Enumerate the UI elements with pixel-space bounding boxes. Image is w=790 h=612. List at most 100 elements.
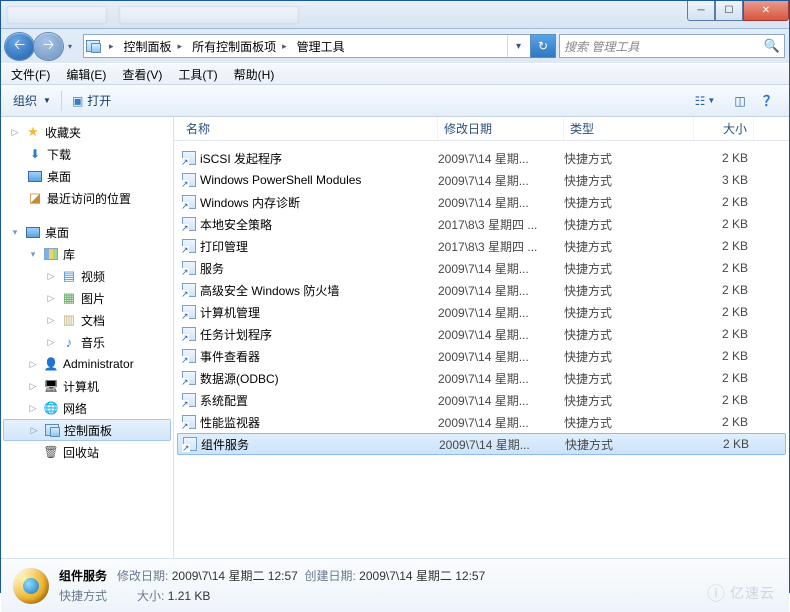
file-date: 2009\7\14 星期... <box>439 436 565 453</box>
open-button[interactable]: ▣ 打开 <box>66 89 117 112</box>
file-type: 快捷方式 <box>564 370 694 387</box>
file-row[interactable]: Windows PowerShell Modules2009\7\14 星期..… <box>174 169 789 191</box>
file-row[interactable]: 计算机管理2009\7\14 星期...快捷方式2 KB <box>174 301 789 323</box>
file-type: 快捷方式 <box>564 260 694 277</box>
file-row[interactable]: iSCSI 发起程序2009\7\14 星期...快捷方式2 KB <box>174 147 789 169</box>
tree-label: 图片 <box>81 290 105 307</box>
file-type: 快捷方式 <box>564 348 694 365</box>
file-row[interactable]: Windows 内存诊断2009\7\14 星期...快捷方式2 KB <box>174 191 789 213</box>
history-dropdown[interactable]: ▾ <box>63 42 77 51</box>
file-name: 数据源(ODBC) <box>198 370 438 387</box>
file-date: 2009\7\14 星期... <box>438 326 564 343</box>
forward-button[interactable]: 🡢 <box>34 33 63 60</box>
tree-pictures[interactable]: ▷图片 <box>1 287 173 309</box>
tree-label: 回收站 <box>63 444 99 461</box>
watermark-icon: ⓘ <box>707 580 726 606</box>
document-icon <box>61 312 77 328</box>
breadcrumb-root[interactable]: ▸ <box>101 35 118 57</box>
recent-icon <box>27 190 43 206</box>
search-input[interactable]: 搜索 管理工具 🔍 <box>559 34 785 58</box>
shortcut-icon <box>180 282 198 298</box>
preview-pane-button[interactable]: ◫ <box>727 90 753 112</box>
back-button[interactable]: 🡠 <box>5 33 34 60</box>
title-bar: ─ ☐ ✕ <box>1 1 789 29</box>
breadcrumb-item[interactable]: 所有控制面板项▸ <box>186 35 291 57</box>
col-type[interactable]: 类型 <box>564 117 694 140</box>
address-bar[interactable]: ▸ 控制面板▸ 所有控制面板项▸ 管理工具 ▾ <box>83 34 531 58</box>
tree-recent[interactable]: 最近访问的位置 <box>1 187 173 209</box>
file-row[interactable]: 任务计划程序2009\7\14 星期...快捷方式2 KB <box>174 323 789 345</box>
file-size: 3 KB <box>694 173 748 187</box>
file-date: 2009\7\14 星期... <box>438 194 564 211</box>
tree-label: 视频 <box>81 268 105 285</box>
col-size[interactable]: 大小 <box>694 117 754 140</box>
file-type: 快捷方式 <box>564 194 694 211</box>
close-button[interactable]: ✕ <box>743 1 789 21</box>
file-size: 2 KB <box>694 393 748 407</box>
help-button[interactable]: ？ <box>757 90 783 112</box>
menu-edit[interactable]: 编辑(E) <box>58 64 114 84</box>
file-size: 2 KB <box>694 195 748 209</box>
tree-documents[interactable]: ▷文档 <box>1 309 173 331</box>
breadcrumb-item[interactable]: 控制面板▸ <box>118 35 187 57</box>
tree-downloads[interactable]: 下载 <box>1 143 173 165</box>
file-type: 快捷方式 <box>564 326 694 343</box>
tree-videos[interactable]: ▷视频 <box>1 265 173 287</box>
file-row[interactable]: 本地安全策略2017\8\3 星期四 ...快捷方式2 KB <box>174 213 789 235</box>
tree-desktop-fav[interactable]: 桌面 <box>1 165 173 187</box>
address-dropdown[interactable]: ▾ <box>507 35 529 57</box>
title-blur <box>7 6 299 24</box>
tree-music[interactable]: ▷音乐 <box>1 331 173 353</box>
file-row[interactable]: 打印管理2017\8\3 星期四 ...快捷方式2 KB <box>174 235 789 257</box>
tree-recycle[interactable]: 回收站 <box>1 441 173 463</box>
file-size: 2 KB <box>694 217 748 231</box>
menu-tools[interactable]: 工具(T) <box>170 64 225 84</box>
watermark: ⓘ 亿速云 <box>707 580 775 606</box>
shortcut-icon <box>180 304 198 320</box>
file-row[interactable]: 高级安全 Windows 防火墙2009\7\14 星期...快捷方式2 KB <box>174 279 789 301</box>
details-icon <box>11 566 51 606</box>
details-created-value: 2009\7\14 星期二 12:57 <box>359 569 485 583</box>
file-type: 快捷方式 <box>564 150 694 167</box>
file-name: 事件查看器 <box>198 348 438 365</box>
file-size: 2 KB <box>694 151 748 165</box>
tree-library[interactable]: ▾库 <box>1 243 173 265</box>
maximize-button[interactable]: ☐ <box>715 1 743 21</box>
tree-computer[interactable]: ▷计算机 <box>1 375 173 397</box>
file-row[interactable]: 数据源(ODBC)2009\7\14 星期...快捷方式2 KB <box>174 367 789 389</box>
breadcrumb-item[interactable]: 管理工具 <box>291 35 349 57</box>
file-row[interactable]: 组件服务2009\7\14 星期...快捷方式2 KB <box>177 433 786 455</box>
tree-favorites[interactable]: ▷★收藏夹 <box>1 121 173 143</box>
tree-label: 库 <box>63 246 75 263</box>
component-services-icon <box>13 568 49 604</box>
details-title: 组件服务 <box>59 569 107 583</box>
desktop-icon <box>25 224 41 240</box>
tree-network[interactable]: ▷网络 <box>1 397 173 419</box>
minimize-button[interactable]: ─ <box>687 1 715 21</box>
tree-desktop-root[interactable]: ▾桌面 <box>1 221 173 243</box>
refresh-button[interactable]: ↻ <box>530 34 556 58</box>
col-date[interactable]: 修改日期 <box>438 117 564 140</box>
tree-control-panel[interactable]: ▷控制面板 <box>3 419 171 441</box>
tree-label: Administrator <box>63 357 134 371</box>
col-name[interactable]: 名称 <box>180 117 438 140</box>
file-row[interactable]: 事件查看器2009\7\14 星期...快捷方式2 KB <box>174 345 789 367</box>
menu-view[interactable]: 查看(V) <box>114 64 170 84</box>
watermark-text: 亿速云 <box>730 583 775 603</box>
view-options-button[interactable]: ☷ ▼ <box>687 90 723 112</box>
organize-button[interactable]: 组织▼ <box>7 89 57 112</box>
file-row[interactable]: 系统配置2009\7\14 星期...快捷方式2 KB <box>174 389 789 411</box>
file-row[interactable]: 服务2009\7\14 星期...快捷方式2 KB <box>174 257 789 279</box>
open-icon: ▣ <box>72 94 83 108</box>
search-icon: 🔍 <box>764 38 780 54</box>
file-size: 2 KB <box>694 261 748 275</box>
menu-help[interactable]: 帮助(H) <box>226 64 283 84</box>
tree-admin[interactable]: ▷Administrator <box>1 353 173 375</box>
details-created-label: 创建日期: <box>304 569 355 583</box>
open-label: 打开 <box>87 92 111 109</box>
file-size: 2 KB <box>694 371 748 385</box>
menu-file[interactable]: 文件(F) <box>3 64 58 84</box>
library-icon <box>43 246 59 262</box>
tree-label: 网络 <box>63 400 87 417</box>
file-row[interactable]: 性能监视器2009\7\14 星期...快捷方式2 KB <box>174 411 789 433</box>
